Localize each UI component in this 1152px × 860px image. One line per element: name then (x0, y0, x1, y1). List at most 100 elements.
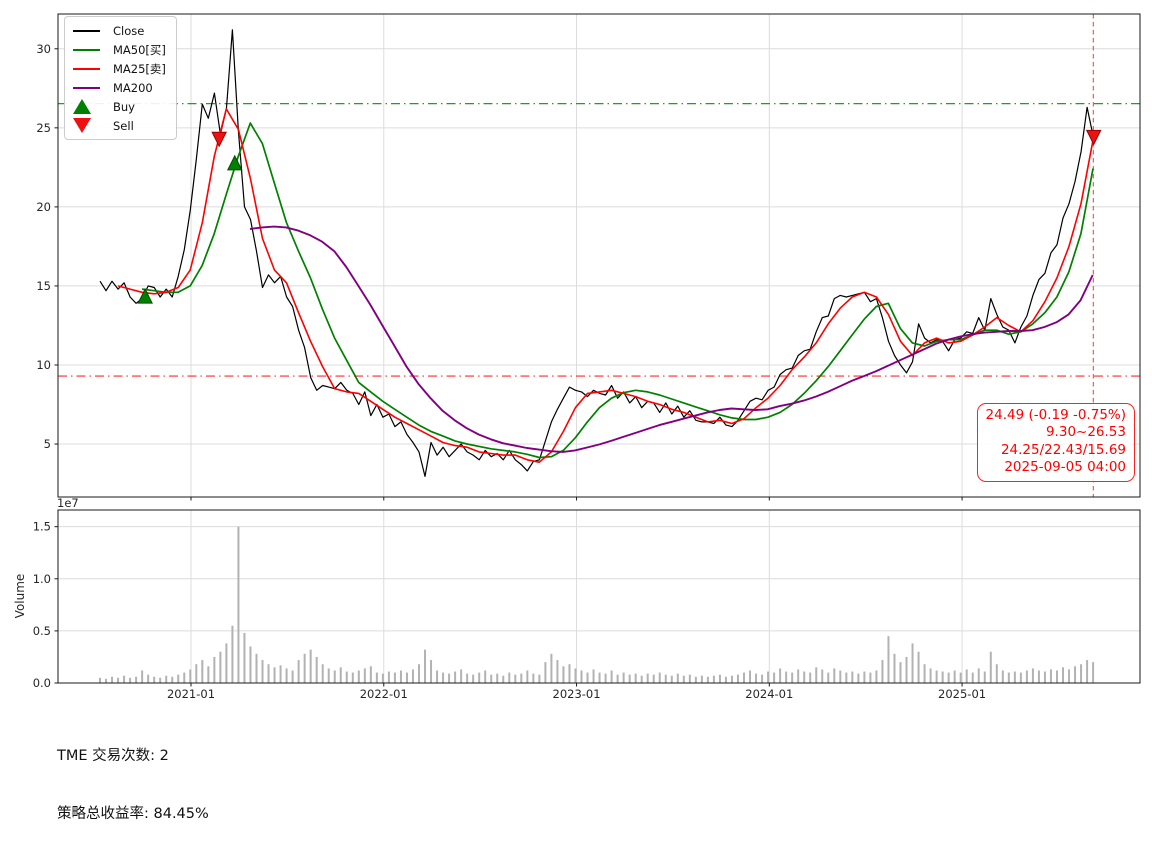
volume-bar (514, 675, 516, 683)
volume-bar (370, 666, 372, 683)
volume-bar (430, 660, 432, 683)
volume-bar (984, 672, 986, 683)
volume-bar (99, 678, 101, 683)
volume-bar (153, 677, 155, 683)
volume-bar (159, 678, 161, 683)
volume-bar (924, 664, 926, 683)
ma50-line-swatch (73, 49, 107, 51)
volume-bar (617, 675, 619, 683)
y-tick-label: 20 (36, 200, 51, 214)
volume-bar (412, 669, 414, 683)
volume-bar (972, 673, 974, 683)
volume-bar (978, 668, 980, 683)
volume-bar (966, 669, 968, 683)
legend-item-close: Close (73, 21, 166, 40)
volume-bar (689, 675, 691, 683)
volume-bar (171, 677, 173, 683)
volume-bar (189, 669, 191, 683)
volume-bar (815, 667, 817, 683)
volume-bar (1062, 667, 1064, 683)
volume-bar (496, 674, 498, 683)
volume-bar (665, 675, 667, 683)
volume-bar (725, 677, 727, 683)
volume-bar (1092, 662, 1094, 683)
close-line (100, 30, 1093, 477)
volume-bar (1044, 672, 1046, 683)
volume-bar (887, 636, 889, 683)
volume-bar (364, 668, 366, 683)
volume-bar (918, 652, 920, 683)
volume-bar (237, 527, 239, 683)
volume-bar (749, 670, 751, 683)
volume-bar (502, 676, 504, 683)
volume-bar (875, 670, 877, 683)
volume-bar (340, 667, 342, 683)
volume-bar (990, 652, 992, 683)
volume-bar (213, 657, 215, 683)
volume-bar (1020, 673, 1022, 683)
volume-bar (1080, 664, 1082, 683)
volume-bar (123, 676, 125, 683)
volume-bar (177, 675, 179, 683)
volume-y-tick-label: 1.0 (33, 572, 51, 586)
volume-bar (274, 667, 276, 683)
volume-bar (719, 675, 721, 683)
volume-bar (262, 660, 264, 683)
volume-y-tick-label: 1.5 (33, 520, 51, 534)
volume-bar (382, 674, 384, 683)
volume-bar (346, 672, 348, 683)
volume-bar (1074, 666, 1076, 683)
volume-bar (1050, 669, 1052, 683)
y-tick-label: 25 (36, 121, 51, 135)
y-tick-label: 5 (44, 437, 51, 451)
volume-bar (129, 678, 131, 683)
volume-bar (334, 670, 336, 683)
volume-bar (605, 674, 607, 683)
volume-bar (996, 664, 998, 683)
volume-bar (388, 672, 390, 683)
volume-bar (225, 643, 227, 683)
volume-bar (466, 674, 468, 683)
volume-bar (376, 673, 378, 683)
volume-bar (767, 672, 769, 683)
volume-bar (255, 654, 257, 683)
x-tick-label: 2025-01 (938, 687, 986, 701)
x-tick-label: 2023-01 (553, 687, 601, 701)
volume-y-tick-label: 0.0 (33, 676, 51, 690)
ma200-line-swatch (73, 87, 107, 89)
volume-bar (231, 626, 233, 683)
volume-bar (869, 673, 871, 683)
volume-bar (310, 650, 312, 683)
sell-marker-icon (73, 118, 107, 133)
volume-bar (568, 664, 570, 683)
buy-marker (228, 156, 242, 170)
legend-label-sell: Sell (113, 119, 134, 133)
volume-bar (587, 673, 589, 683)
volume-bar (960, 673, 962, 683)
volume-bar (671, 676, 673, 683)
volume-bar (948, 673, 950, 683)
volume-bar (899, 662, 901, 683)
volume-bar (550, 654, 552, 683)
volume-bar (701, 676, 703, 683)
volume-bar (839, 670, 841, 683)
volume-bar (165, 676, 167, 683)
volume-bar (779, 668, 781, 683)
last-quote-annotation: 24.49 (-0.19 -0.75%) 9.30~26.53 24.25/22… (977, 403, 1135, 482)
volume-bar (623, 673, 625, 683)
volume-bar (731, 676, 733, 683)
volume-bar (574, 668, 576, 683)
legend-item-ma25: MA25[卖] (73, 59, 166, 78)
y-tick-label: 30 (36, 42, 51, 56)
volume-bar (629, 675, 631, 683)
legend-label-ma50: MA50[买] (113, 42, 166, 58)
volume-bar (105, 679, 107, 683)
volume-bar (1032, 668, 1034, 683)
volume-bar (936, 670, 938, 683)
volume-bar (268, 664, 270, 683)
volume-bar (436, 670, 438, 683)
volume-bar (544, 662, 546, 683)
volume-bar (460, 669, 462, 683)
volume-bar (857, 674, 859, 683)
volume-bar (803, 672, 805, 683)
